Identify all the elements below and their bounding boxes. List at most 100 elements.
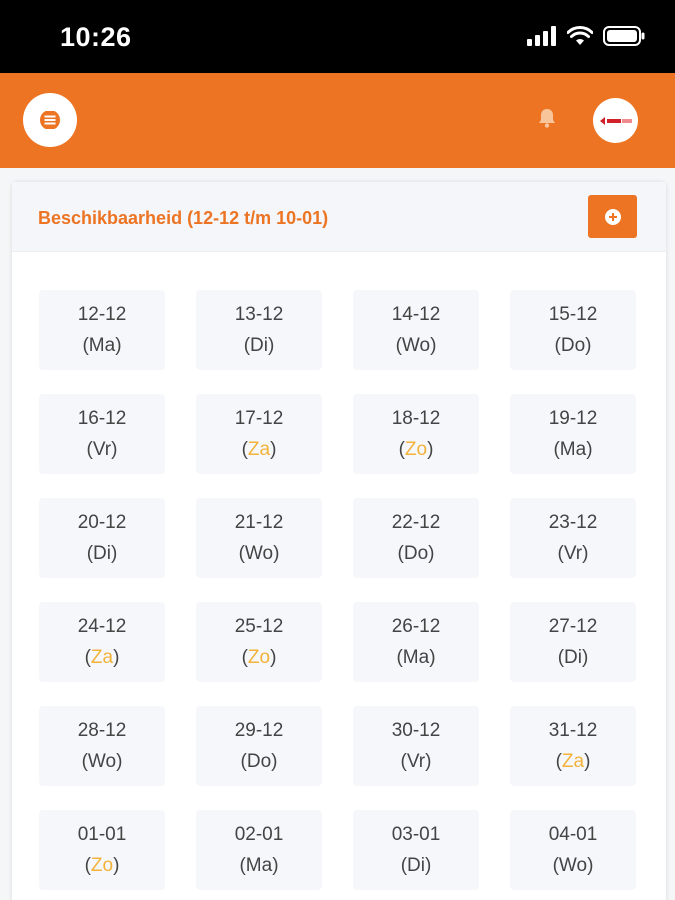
day-weekday-line: (Vr) bbox=[557, 543, 589, 564]
day-weekday: Do bbox=[560, 335, 586, 356]
availability-title: Beschikbaarheid (12-12 t/m 10-01) bbox=[38, 208, 329, 228]
day-date: 02-01 bbox=[234, 824, 284, 845]
day-weekday-line: (Wo) bbox=[395, 335, 437, 356]
bell-icon bbox=[539, 109, 555, 128]
day-weekday: Ma bbox=[245, 855, 273, 876]
day-weekday-line: (Vr) bbox=[86, 439, 118, 460]
day-weekday-line: (Do) bbox=[397, 543, 435, 564]
availability-card: Beschikbaarheid (12-12 t/m 10-01) 12-12 (… bbox=[12, 182, 666, 900]
day-cell[interactable]: 04-01 (Wo) bbox=[510, 810, 636, 890]
day-cell[interactable]: 17-12 (Za) bbox=[196, 394, 322, 474]
day-weekday-line: (Za) bbox=[241, 439, 277, 460]
day-date: 29-12 bbox=[234, 720, 284, 741]
day-weekday: Vr bbox=[92, 439, 112, 460]
hamburger-menu-icon bbox=[40, 111, 60, 129]
day-cell[interactable]: 20-12 (Di) bbox=[39, 498, 165, 578]
day-weekday: Ma bbox=[88, 335, 116, 356]
day-weekday: Wo bbox=[87, 751, 117, 772]
day-date: 31-12 bbox=[548, 720, 598, 741]
day-cell[interactable]: 01-01 (Zo) bbox=[39, 810, 165, 890]
day-weekday-line: (Zo) bbox=[398, 439, 434, 460]
day-cell[interactable]: 12-12 (Ma) bbox=[39, 290, 165, 370]
add-availability-button[interactable] bbox=[588, 195, 637, 238]
avatar[interactable] bbox=[593, 98, 638, 143]
day-cell[interactable]: 28-12 (Wo) bbox=[39, 706, 165, 786]
notifications-button[interactable] bbox=[537, 107, 557, 134]
day-weekday-line: (Ma) bbox=[553, 439, 593, 460]
day-cell[interactable]: 18-12 (Zo) bbox=[353, 394, 479, 474]
battery-icon bbox=[603, 26, 645, 46]
day-cell[interactable]: 25-12 (Zo) bbox=[196, 602, 322, 682]
day-cell[interactable]: 30-12 (Vr) bbox=[353, 706, 479, 786]
day-cell[interactable]: 29-12 (Do) bbox=[196, 706, 322, 786]
day-weekday: Za bbox=[561, 751, 585, 772]
day-weekday: Vr bbox=[406, 751, 426, 772]
day-weekday: Wo bbox=[244, 543, 274, 564]
app-header bbox=[0, 73, 675, 168]
day-cell[interactable]: 16-12 (Vr) bbox=[39, 394, 165, 474]
menu-button[interactable] bbox=[23, 93, 77, 147]
status-bar: 10:26 bbox=[0, 0, 675, 73]
day-weekday-line: (Zo) bbox=[84, 855, 120, 876]
day-date: 27-12 bbox=[548, 616, 598, 637]
day-date: 30-12 bbox=[391, 720, 441, 741]
day-date: 21-12 bbox=[234, 512, 284, 533]
day-date: 16-12 bbox=[77, 408, 127, 429]
day-cell[interactable]: 13-12 (Di) bbox=[196, 290, 322, 370]
day-date: 01-01 bbox=[77, 824, 127, 845]
day-weekday-line: (Ma) bbox=[396, 647, 436, 668]
card-header: Beschikbaarheid (12-12 t/m 10-01) bbox=[12, 182, 666, 252]
day-cell[interactable]: 22-12 (Do) bbox=[353, 498, 479, 578]
day-weekday-line: (Di) bbox=[86, 543, 118, 564]
day-weekday-line: (Wo) bbox=[552, 855, 594, 876]
day-weekday: Za bbox=[247, 439, 271, 460]
day-weekday: Vr bbox=[563, 543, 583, 564]
day-weekday-line: (Zo) bbox=[241, 647, 277, 668]
day-weekday: Do bbox=[403, 543, 429, 564]
day-weekday-line: (Vr) bbox=[400, 751, 432, 772]
day-weekday-line: (Di) bbox=[243, 335, 275, 356]
day-weekday-line: (Za) bbox=[84, 647, 120, 668]
day-weekday: Di bbox=[250, 335, 268, 356]
day-cell[interactable]: 02-01 (Ma) bbox=[196, 810, 322, 890]
company-logo-avatar bbox=[599, 116, 632, 125]
day-weekday-line: (Do) bbox=[240, 751, 278, 772]
day-date: 23-12 bbox=[548, 512, 598, 533]
day-weekday: Zo bbox=[247, 647, 271, 668]
day-cell[interactable]: 31-12 (Za) bbox=[510, 706, 636, 786]
status-time: 10:26 bbox=[60, 22, 132, 52]
day-weekday-line: (Do) bbox=[554, 335, 592, 356]
day-date: 03-01 bbox=[391, 824, 441, 845]
day-weekday-line: (Za) bbox=[555, 751, 591, 772]
day-weekday: Di bbox=[93, 543, 111, 564]
day-cell[interactable]: 26-12 (Ma) bbox=[353, 602, 479, 682]
day-weekday: Ma bbox=[402, 647, 430, 668]
day-cell[interactable]: 23-12 (Vr) bbox=[510, 498, 636, 578]
day-date: 13-12 bbox=[234, 304, 284, 325]
day-date: 20-12 bbox=[77, 512, 127, 533]
day-weekday: Za bbox=[90, 647, 114, 668]
day-cell[interactable]: 19-12 (Ma) bbox=[510, 394, 636, 474]
day-date: 18-12 bbox=[391, 408, 441, 429]
day-cell[interactable]: 21-12 (Wo) bbox=[196, 498, 322, 578]
day-cell[interactable]: 27-12 (Di) bbox=[510, 602, 636, 682]
day-weekday: Zo bbox=[404, 439, 428, 460]
day-weekday: Zo bbox=[90, 855, 114, 876]
day-weekday-line: (Di) bbox=[557, 647, 589, 668]
day-cell[interactable]: 15-12 (Do) bbox=[510, 290, 636, 370]
cellular-signal-icon bbox=[527, 26, 556, 46]
day-weekday-line: (Ma) bbox=[239, 855, 279, 876]
day-cell[interactable]: 24-12 (Za) bbox=[39, 602, 165, 682]
day-cell[interactable]: 14-12 (Wo) bbox=[353, 290, 479, 370]
day-date: 28-12 bbox=[77, 720, 127, 741]
day-weekday-line: (Di) bbox=[400, 855, 432, 876]
day-cell[interactable]: 03-01 (Di) bbox=[353, 810, 479, 890]
day-weekday-line: (Wo) bbox=[238, 543, 280, 564]
day-weekday-line: (Wo) bbox=[81, 751, 123, 772]
day-date: 04-01 bbox=[548, 824, 598, 845]
day-date: 19-12 bbox=[548, 408, 598, 429]
day-weekday-line: (Ma) bbox=[82, 335, 122, 356]
day-date: 24-12 bbox=[77, 616, 127, 637]
day-date: 17-12 bbox=[234, 408, 284, 429]
day-date: 26-12 bbox=[391, 616, 441, 637]
